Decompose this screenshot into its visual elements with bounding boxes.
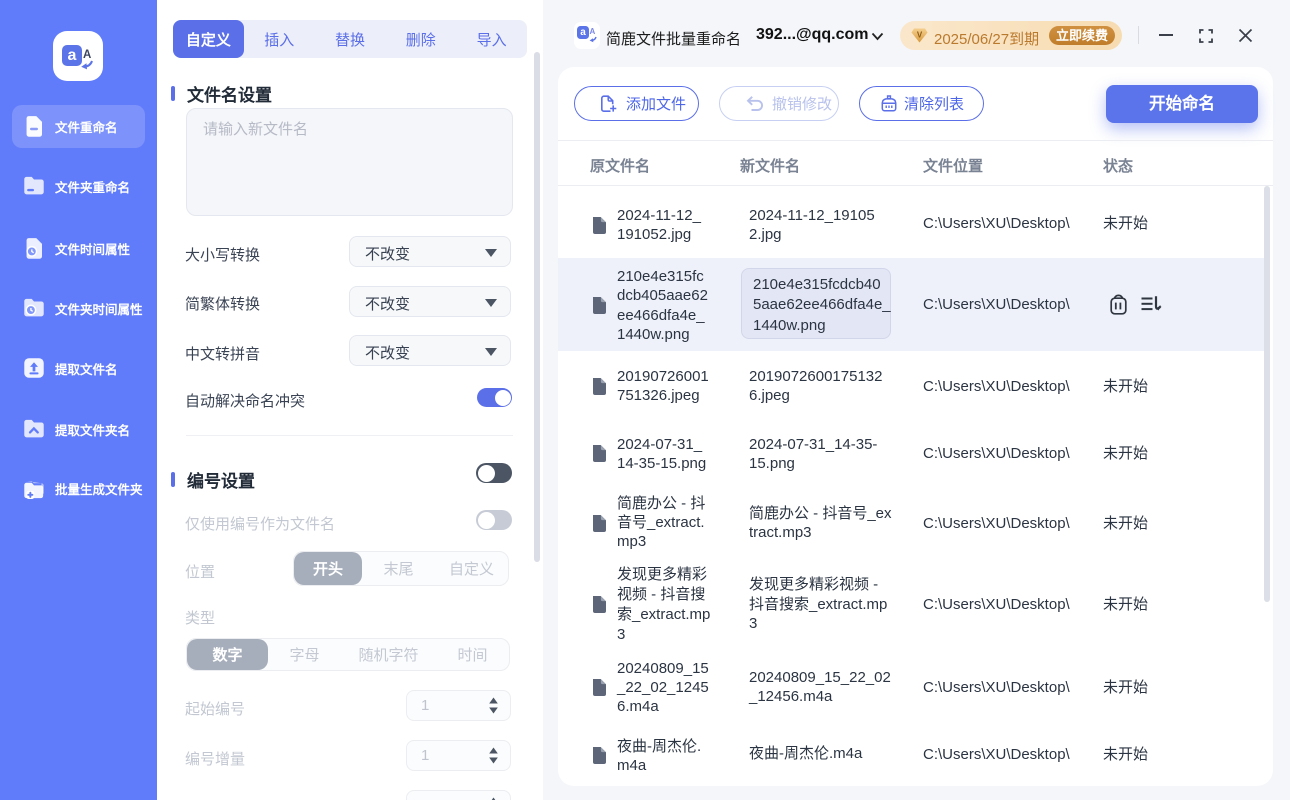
svg-text:V: V	[917, 31, 923, 40]
